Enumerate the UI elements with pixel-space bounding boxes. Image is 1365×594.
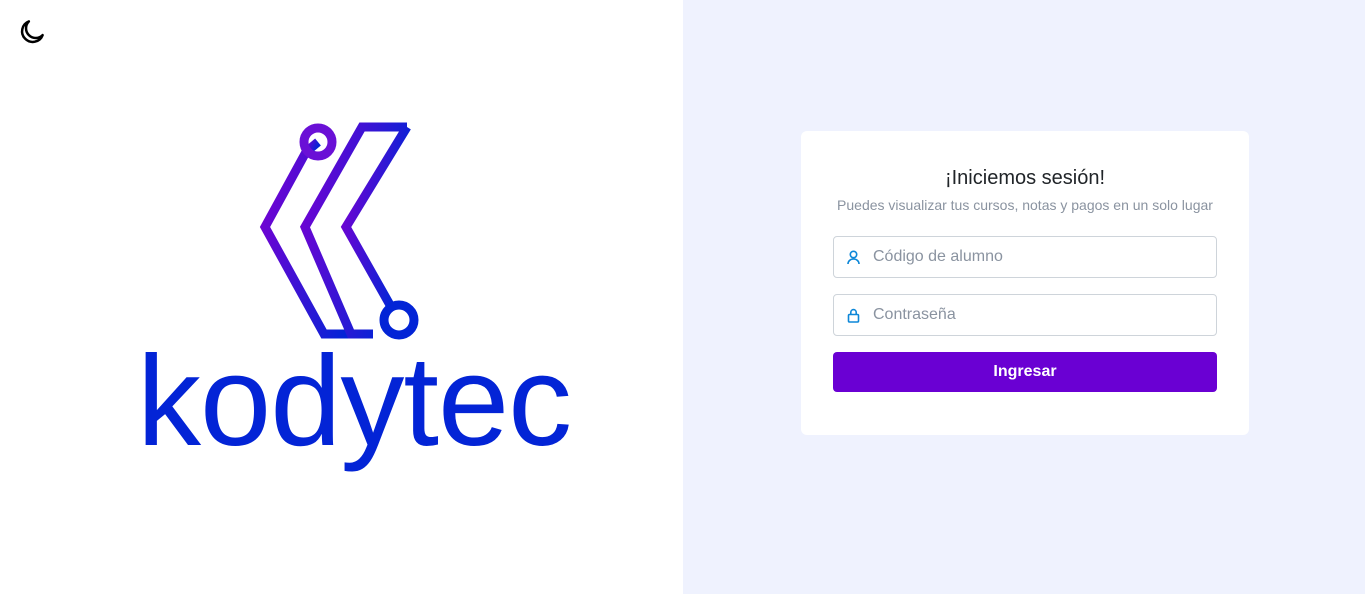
student-code-field[interactable]	[833, 236, 1217, 278]
login-page: kodytec ¡Iniciemos sesión! Puedes visual…	[0, 0, 1365, 594]
login-subtitle: Puedes visualizar tus cursos, notas y pa…	[837, 197, 1213, 213]
kodytec-logo-icon	[259, 122, 419, 340]
user-icon	[846, 249, 860, 265]
password-field[interactable]	[833, 294, 1217, 336]
brand-panel: kodytec	[0, 0, 683, 594]
theme-toggle-button[interactable]	[15, 15, 49, 49]
login-submit-button[interactable]: Ingresar	[833, 352, 1217, 392]
brand-wordmark: kodytec	[137, 330, 572, 473]
login-panel: ¡Iniciemos sesión! Puedes visualizar tus…	[683, 0, 1365, 594]
student-code-input[interactable]	[873, 238, 1203, 276]
login-title: ¡Iniciemos sesión!	[944, 167, 1106, 189]
lock-icon	[846, 307, 860, 323]
password-input[interactable]	[873, 296, 1203, 334]
moon-icon	[20, 20, 44, 44]
login-card: ¡Iniciemos sesión! Puedes visualizar tus…	[801, 131, 1249, 435]
